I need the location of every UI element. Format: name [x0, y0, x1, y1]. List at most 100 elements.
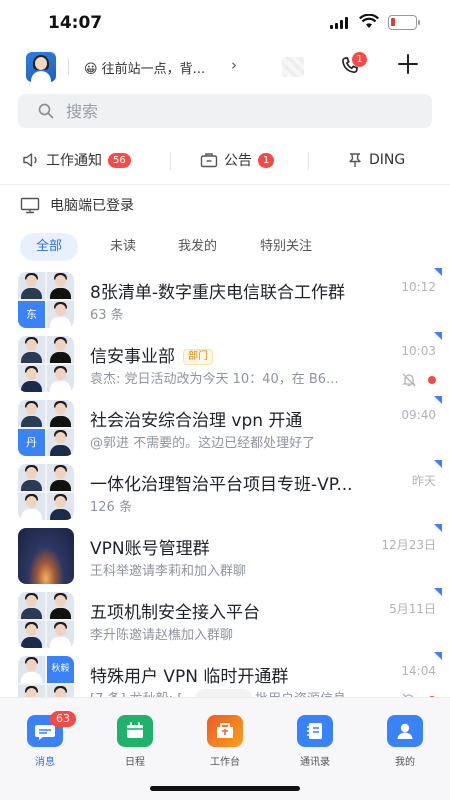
muted-bell-icon	[402, 373, 416, 387]
tab-calendar[interactable]: 日程	[107, 715, 163, 768]
conversation-row[interactable]: VPN账号管理群 王科举邀请李莉和加入群聊 12月23日	[0, 524, 450, 588]
group-avatar	[18, 336, 74, 392]
group-avatar: 东	[18, 272, 74, 328]
filter-chips: 全部 未读 我发的 特别关注	[20, 233, 440, 261]
tab-label: 通讯录	[300, 757, 330, 768]
tab-label: 我的	[395, 757, 415, 768]
search-bar[interactable]	[18, 94, 432, 128]
department-tag: 部门	[183, 349, 213, 365]
pinned-marker	[434, 524, 442, 532]
conversation-time: 12月23日	[381, 538, 436, 552]
filter-all[interactable]: 全部	[20, 233, 79, 261]
conversation-row[interactable]: 丹 社会治安综合治理 vpn 开通 @郭进 不需要的。这边已经都处理好了 09:…	[0, 396, 450, 460]
avatar-name-tile: 秋毅	[47, 656, 74, 683]
tab-workbench[interactable]: 工作台	[197, 715, 253, 768]
desktop-login-banner[interactable]: 电脑端已登录	[20, 195, 134, 215]
chevron-right-icon[interactable]: ›	[231, 56, 237, 74]
conversation-preview: 126 条	[90, 500, 132, 515]
conversation-title: 一体化治理智治平台项目专班-VP...	[90, 475, 353, 495]
conversation-title: 信安事业部	[90, 347, 175, 367]
call-badge: 1	[352, 52, 367, 67]
group-avatar	[18, 592, 74, 648]
work-notice-badge: 56	[108, 152, 131, 168]
announcement-label: 公告	[224, 153, 252, 169]
divider	[68, 59, 69, 75]
conversation-row[interactable]: 五项机制安全接入平台 李升陈邀请赵樵加入群聊 5月11日	[0, 588, 450, 652]
announcement-badge: 1	[258, 152, 275, 168]
conversation-preview: 李升陈邀请赵樵加入群聊	[90, 628, 234, 643]
user-icon	[387, 715, 423, 747]
unread-dot	[428, 376, 436, 384]
pinned-marker	[434, 460, 442, 468]
search-input[interactable]	[66, 94, 406, 128]
conversation-row[interactable]: 一体化治理智治平台项目专班-VP... 126 条 昨天	[0, 460, 450, 524]
battery-icon	[388, 15, 420, 30]
conversation-time: 10:12	[401, 280, 436, 294]
personal-status[interactable]: 😀 往前站一点，背...	[84, 58, 205, 77]
divider	[308, 152, 309, 170]
top-bar: 😀 往前站一点，背... › 1	[0, 52, 450, 82]
briefcase-icon	[200, 153, 218, 168]
conversation-row[interactable]: 信安事业部 部门 袁杰: 党日活动改为今天 10：40，在 B6... 10:03	[0, 332, 450, 396]
tab-contacts[interactable]: 通讯录	[287, 715, 343, 768]
filter-special-focus[interactable]: 特别关注	[244, 233, 328, 261]
quick-links: 工作通知 56 公告 1 DING	[0, 143, 450, 177]
filter-unread[interactable]: 未读	[94, 233, 152, 261]
plus-icon[interactable]	[397, 53, 419, 75]
monitor-icon	[20, 197, 40, 213]
search-icon	[38, 103, 54, 119]
home-indicator[interactable]	[150, 786, 300, 791]
conversation-preview: @郭进 不需要的。这边已经都处理好了	[90, 436, 316, 451]
tab-label: 消息	[35, 757, 55, 768]
group-avatar-city-photo	[18, 528, 74, 584]
conversation-title: VPN账号管理群	[90, 539, 210, 559]
tab-label: 工作台	[210, 757, 240, 768]
conversation-time: 5月11日	[389, 602, 436, 616]
work-notice-label: 工作通知	[46, 153, 102, 169]
conversation-title: 五项机制安全接入平台	[90, 603, 260, 623]
pinned-marker	[434, 396, 442, 404]
wifi-icon	[359, 14, 379, 28]
workbench-icon	[207, 715, 243, 747]
conversation-title: 特殊用户 VPN 临时开通群	[90, 667, 289, 687]
conversation-time: 09:40	[401, 408, 436, 422]
tab-me[interactable]: 我的	[377, 715, 433, 768]
divider	[0, 184, 450, 185]
conversation-preview: 63 条	[90, 308, 124, 323]
pinned-marker	[434, 332, 442, 340]
conversation-preview: 袁杰: 党日活动改为今天 10：40，在 B6...	[90, 372, 339, 387]
bottom-tab-bar: 消息 63 日程 工作台 通讯录 我的	[0, 697, 450, 800]
divider	[170, 152, 171, 170]
calendar-icon	[117, 715, 153, 747]
work-notice-link[interactable]: 工作通知 56	[22, 143, 131, 177]
my-avatar[interactable]	[26, 52, 56, 82]
pinned-marker	[434, 652, 442, 660]
status-bar: 14:07	[0, 0, 450, 46]
conversation-time: 昨天	[411, 474, 436, 488]
announcement-link[interactable]: 公告 1	[200, 143, 275, 177]
avatar-name-tile: 丹	[18, 429, 45, 456]
conversation-title: 8张清单-数字重庆电信联合工作群	[90, 283, 345, 303]
pinned-marker	[434, 588, 442, 596]
clock: 14:07	[48, 13, 103, 33]
ding-link[interactable]: DING	[347, 143, 405, 177]
speaker-icon	[23, 153, 37, 167]
blurred-icon[interactable]	[282, 57, 304, 77]
contacts-book-icon	[297, 715, 333, 747]
messages-badge: 63	[50, 711, 76, 727]
group-avatar: 丹	[18, 400, 74, 456]
group-avatar	[18, 464, 74, 520]
avatar-name-tile: 东	[18, 301, 45, 328]
desktop-login-label: 电脑端已登录	[50, 198, 134, 214]
conversation-row[interactable]: 东 8张清单-数字重庆电信联合工作群 63 条 10:12	[0, 268, 450, 332]
conversation-title: 社会治安综合治理 vpn 开通	[90, 411, 303, 431]
cellular-signal-icon	[330, 17, 348, 29]
pin-icon	[349, 153, 361, 167]
ding-label: DING	[369, 152, 406, 168]
conversation-title-wrap: 信安事业部 部门	[90, 342, 213, 367]
conversation-preview: 王科举邀请李莉和加入群聊	[90, 564, 247, 579]
filter-sent-by-me[interactable]: 我发的	[162, 233, 233, 261]
conversation-time: 14:04	[401, 664, 436, 678]
tab-label: 日程	[125, 757, 145, 768]
pinned-marker	[434, 268, 442, 276]
